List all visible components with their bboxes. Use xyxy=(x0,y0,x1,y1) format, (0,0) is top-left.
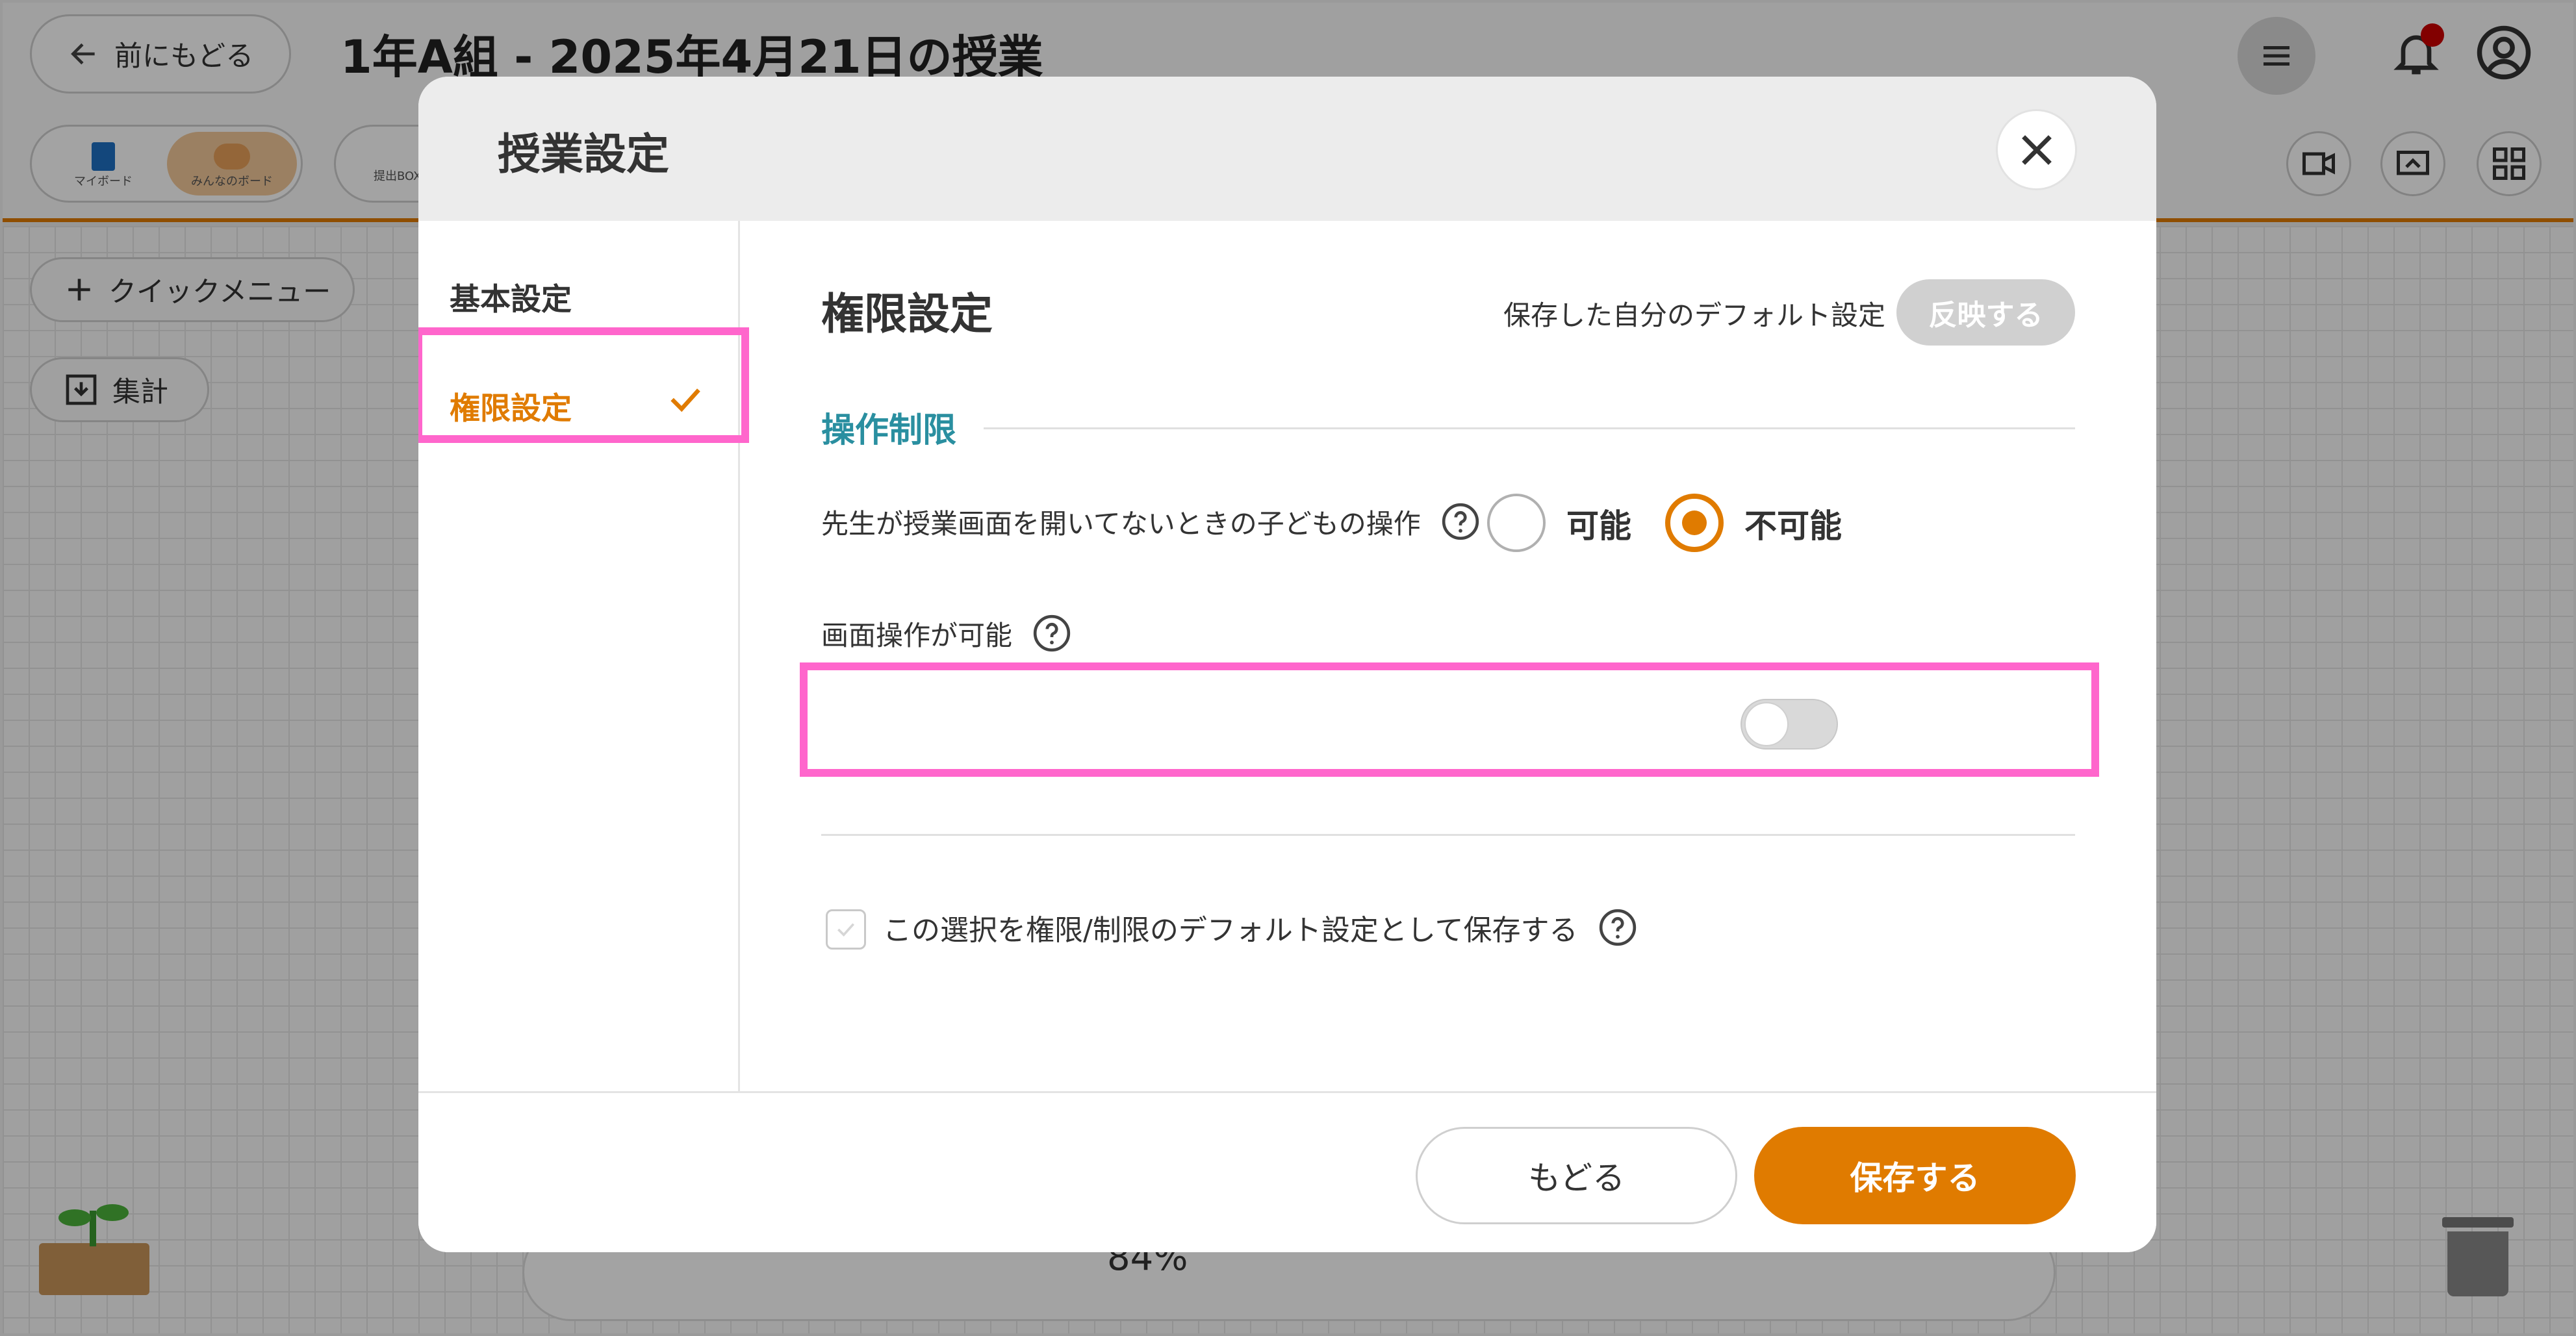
save-default-label: この選択を権限/制限のデフォルト設定として保存する xyxy=(883,914,1578,947)
modal-footer: もどる 保存する xyxy=(418,1091,2156,1252)
apply-default-button[interactable]: 反映する xyxy=(1896,279,2075,346)
highlight-box-nav xyxy=(418,327,749,443)
nav-item-basic-settings[interactable]: 基本設定 xyxy=(450,274,572,319)
app-frame: 前にもどる 1年A組 - 2025年4月21日の授業 マイボード みんなのボード xyxy=(0,0,2576,1336)
divider xyxy=(984,427,2075,429)
back-cancel-button[interactable]: もどる xyxy=(1416,1127,1737,1224)
child-operation-row: 先生が授業画面を開いてないときの子どもの操作 xyxy=(821,501,1481,542)
save-button[interactable]: 保存する xyxy=(1754,1127,2076,1224)
modal-title: 授業設定 xyxy=(498,129,669,179)
highlight-box-row xyxy=(800,662,2099,777)
class-settings-modal: 授業設定 基本設定 権限設定 権限設定 保存した自分のデフォルト設定 反映する … xyxy=(418,77,2156,1252)
operation-restriction-heading: 操作制限 xyxy=(821,411,957,450)
modal-header: 授業設定 xyxy=(418,77,2156,221)
radio-not-allowed-label: 不可能 xyxy=(1744,507,1842,545)
close-icon xyxy=(2021,134,2052,165)
close-button[interactable] xyxy=(1996,109,2077,190)
radio-allowed[interactable] xyxy=(1487,494,1546,552)
save-default-checkbox[interactable] xyxy=(826,909,866,950)
check-icon xyxy=(837,923,855,937)
radio-not-allowed[interactable] xyxy=(1665,494,1724,552)
section-title: 権限設定 xyxy=(821,289,993,339)
screen-operation-label: 画面操作が可能 xyxy=(821,619,1013,651)
radio-allowed-label: 可能 xyxy=(1566,507,1631,545)
help-icon[interactable] xyxy=(1598,907,1638,948)
save-default-row: この選択を権限/制限のデフォルト設定として保存する xyxy=(883,907,1638,948)
help-icon[interactable] xyxy=(1032,613,1072,653)
help-icon[interactable] xyxy=(1440,501,1481,542)
screen-operation-row: 画面操作が可能 xyxy=(821,613,1072,653)
saved-default-label: 保存した自分のデフォルト設定 xyxy=(1503,299,1886,331)
permission-settings-panel: 権限設定 保存した自分のデフォルト設定 反映する 操作制限 先生が授業画面を開い… xyxy=(740,221,2156,1091)
child-operation-label: 先生が授業画面を開いてないときの子どもの操作 xyxy=(821,507,1421,540)
settings-nav: 基本設定 権限設定 xyxy=(418,221,749,1091)
divider xyxy=(821,834,2075,836)
